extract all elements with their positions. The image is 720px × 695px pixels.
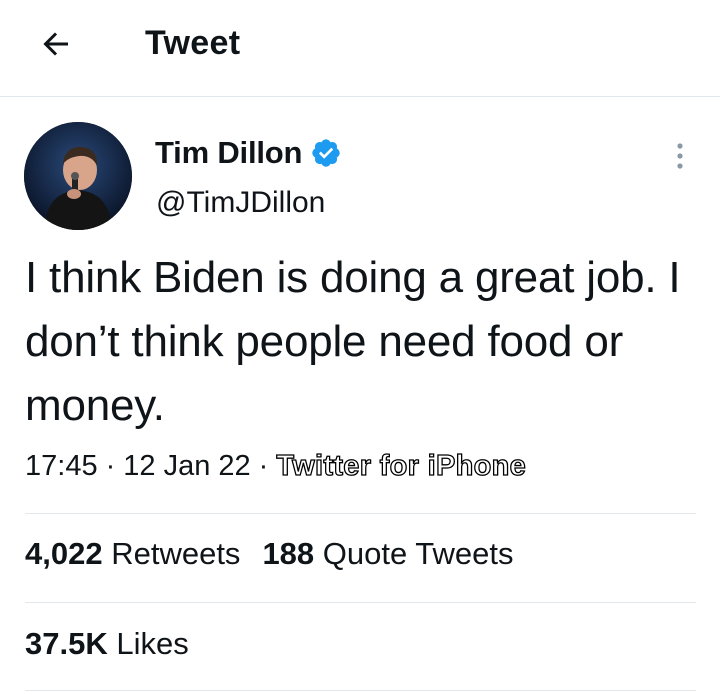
retweets-label: Retweets xyxy=(111,536,241,571)
back-arrow-icon xyxy=(43,32,68,56)
likes-count: 37.5K xyxy=(25,626,108,661)
author-name[interactable]: Tim Dillon xyxy=(155,135,302,171)
avatar-image xyxy=(24,122,132,230)
author-info[interactable]: Tim Dillon xyxy=(155,135,342,171)
retweets-stat[interactable]: 4,022 Retweets xyxy=(25,536,240,571)
likes-stat[interactable]: 37.5K Likes xyxy=(25,626,189,662)
tweet-date[interactable]: 12 Jan 22 xyxy=(123,450,250,482)
divider xyxy=(25,690,696,691)
likes-label: Likes xyxy=(116,626,189,661)
divider xyxy=(25,513,696,514)
top-bar: Tweet xyxy=(0,0,720,97)
meta-separator: · xyxy=(105,450,116,482)
quote-tweets-stat[interactable]: 188 Quote Tweets xyxy=(262,536,513,571)
retweets-count: 4,022 xyxy=(25,536,103,571)
tweet-text: I think Biden is doing a great job. I do… xyxy=(25,253,681,430)
verified-badge-icon xyxy=(312,139,340,167)
tweet-source[interactable]: Twitter for iPhone xyxy=(276,449,527,482)
author-handle[interactable]: @TimJDillon xyxy=(156,186,325,220)
tweet-time[interactable]: 17:45 xyxy=(25,450,98,482)
avatar[interactable] xyxy=(24,122,132,230)
back-button[interactable] xyxy=(28,20,84,68)
quote-tweets-count: 188 xyxy=(262,536,315,571)
meta-separator: · xyxy=(258,450,269,482)
more-vertical-icon xyxy=(677,143,683,169)
page-title: Tweet xyxy=(145,24,241,62)
tweet-metadata: 17:45 · 12 Jan 22 · Twitter for iPhone xyxy=(25,449,527,483)
divider xyxy=(25,602,696,603)
quote-tweets-label: Quote Tweets xyxy=(322,536,514,571)
engagement-stats: 4,022 Retweets 188 Quote Tweets xyxy=(25,536,536,572)
more-options-button[interactable] xyxy=(664,138,696,174)
